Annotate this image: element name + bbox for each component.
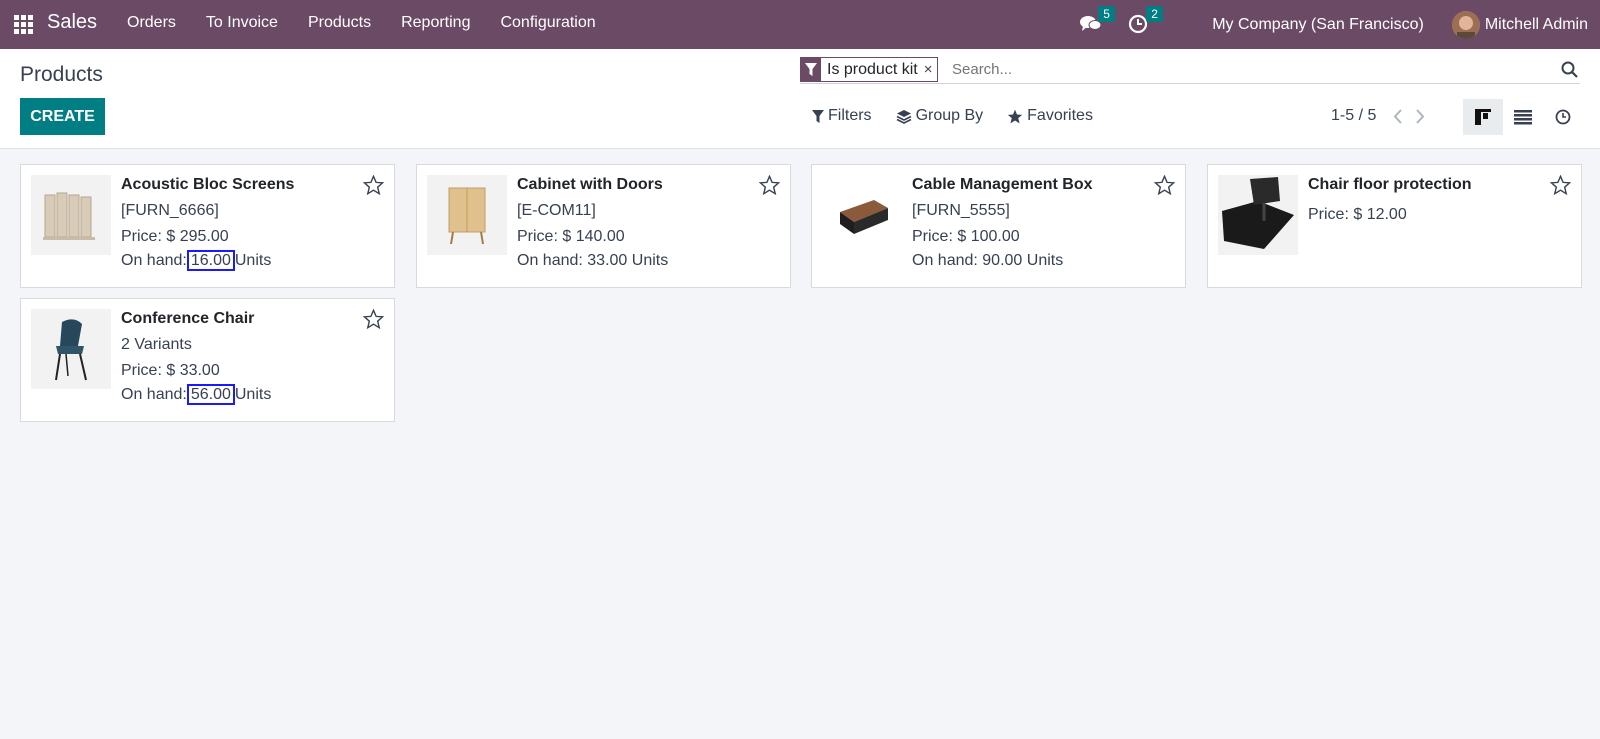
product-onhand: On hand: 56.00 Units bbox=[121, 384, 272, 405]
top-navbar: Sales Orders To Invoice Products Reporti… bbox=[0, 0, 1600, 49]
layers-icon bbox=[896, 109, 911, 124]
product-reference: [FURN_6666] bbox=[121, 202, 219, 219]
product-price: Price: $ 100.00 bbox=[912, 228, 1020, 245]
product-card[interactable]: Cabinet with Doors [E-COM11] Price: $ 14… bbox=[416, 164, 791, 288]
group-by-label: Group By bbox=[915, 107, 984, 124]
onhand-label: On hand: bbox=[912, 252, 978, 269]
onhand-label: On hand: bbox=[517, 252, 583, 269]
product-name: Acoustic Bloc Screens bbox=[121, 176, 295, 193]
chevron-right-icon bbox=[1416, 109, 1425, 124]
product-name: Cabinet with Doors bbox=[517, 176, 663, 193]
favorite-star-icon[interactable] bbox=[1549, 174, 1572, 200]
pager-previous-button[interactable] bbox=[1393, 109, 1415, 129]
app-name[interactable]: Sales bbox=[47, 11, 97, 34]
favorite-star-icon[interactable] bbox=[362, 308, 385, 334]
product-name: Chair floor protection bbox=[1308, 176, 1472, 193]
onhand-unit: Units bbox=[234, 252, 272, 269]
onhand-label: On hand: bbox=[121, 252, 187, 269]
product-image bbox=[31, 175, 111, 255]
product-reference: [FURN_5555] bbox=[912, 202, 1010, 219]
onhand-quantity: 90.00 bbox=[982, 252, 1023, 269]
list-icon bbox=[1514, 109, 1532, 124]
onhand-quantity: 16.00 bbox=[186, 250, 235, 271]
kanban-view-button[interactable] bbox=[1463, 99, 1503, 135]
favorite-star-icon[interactable] bbox=[362, 174, 385, 200]
product-onhand: On hand: 16.00 Units bbox=[121, 250, 294, 271]
filters-label: Filters bbox=[828, 107, 872, 124]
clock-icon bbox=[1129, 14, 1148, 33]
product-onhand: On hand: 33.00 Units bbox=[517, 251, 668, 271]
facet-label: Is product kit bbox=[827, 61, 918, 78]
onhand-quantity: 56.00 bbox=[186, 384, 235, 405]
favorites-label: Favorites bbox=[1027, 107, 1093, 124]
favorite-star-icon[interactable] bbox=[1153, 174, 1176, 200]
user-avatar[interactable] bbox=[1451, 10, 1480, 39]
product-image bbox=[822, 175, 902, 255]
pager-value[interactable]: 1-5 / 5 bbox=[1331, 107, 1376, 125]
activities-button[interactable]: 2 bbox=[1128, 5, 1163, 36]
group-by-button[interactable]: Group By bbox=[896, 107, 984, 125]
search-bar: Is product kit × bbox=[800, 57, 1580, 84]
filter-facet-icon bbox=[801, 58, 821, 81]
menu-orders[interactable]: Orders bbox=[127, 14, 176, 32]
list-view-button[interactable] bbox=[1503, 99, 1543, 135]
onhand-unit: Units bbox=[234, 386, 272, 403]
apps-menu-icon[interactable] bbox=[14, 15, 33, 34]
product-card[interactable]: Conference Chair 2 Variants Price: $ 33.… bbox=[20, 298, 395, 422]
product-price: Price: $ 140.00 bbox=[517, 228, 625, 245]
facet-remove-icon[interactable]: × bbox=[924, 58, 938, 81]
menu-reporting[interactable]: Reporting bbox=[401, 14, 470, 32]
activities-badge: 2 bbox=[1146, 5, 1163, 22]
messages-badge: 5 bbox=[1098, 5, 1115, 22]
product-image bbox=[1218, 175, 1298, 255]
messages-button[interactable]: 5 bbox=[1080, 5, 1115, 36]
onhand-label: On hand: bbox=[121, 386, 187, 403]
product-onhand: On hand: 90.00 Units bbox=[912, 251, 1092, 271]
product-price: Price: $ 295.00 bbox=[121, 228, 229, 245]
search-input[interactable] bbox=[952, 61, 1532, 78]
product-image bbox=[427, 175, 507, 255]
kanban-icon bbox=[1475, 109, 1491, 125]
control-panel: Products CREATE Is product kit × Filters… bbox=[0, 49, 1600, 149]
menu-products[interactable]: Products bbox=[308, 14, 371, 32]
filter-icon bbox=[812, 109, 824, 123]
menu-configuration[interactable]: Configuration bbox=[500, 14, 595, 32]
product-card[interactable]: Acoustic Bloc Screens [FURN_6666] Price:… bbox=[20, 164, 395, 288]
main-menu: Orders To Invoice Products Reporting Con… bbox=[127, 14, 626, 32]
company-switcher[interactable]: My Company (San Francisco) bbox=[1212, 16, 1424, 34]
product-card[interactable]: Cable Management Box [FURN_5555] Price: … bbox=[811, 164, 1186, 288]
search-facet: Is product kit × bbox=[800, 57, 939, 82]
view-switcher bbox=[1463, 99, 1583, 135]
star-icon bbox=[1007, 109, 1023, 123]
search-options: Filters Group By Favorites bbox=[812, 107, 1117, 125]
filters-button[interactable]: Filters bbox=[812, 107, 872, 125]
product-name: Cable Management Box bbox=[912, 176, 1093, 193]
onhand-quantity: 33.00 bbox=[587, 252, 628, 269]
onhand-unit: Units bbox=[631, 252, 669, 269]
search-icon[interactable] bbox=[1561, 61, 1578, 83]
activity-view-button[interactable] bbox=[1543, 99, 1583, 135]
product-reference: [E-COM11] bbox=[517, 202, 596, 219]
product-price: Price: $ 33.00 bbox=[121, 362, 220, 379]
create-button[interactable]: CREATE bbox=[20, 98, 105, 135]
favorites-button[interactable]: Favorites bbox=[1007, 107, 1093, 125]
menu-to-invoice[interactable]: To Invoice bbox=[206, 14, 278, 32]
breadcrumb-title: Products bbox=[20, 63, 103, 86]
product-image bbox=[31, 309, 111, 389]
product-variants: 2 Variants bbox=[121, 336, 192, 353]
product-card[interactable]: Chair floor protection Price: $ 12.00 bbox=[1207, 164, 1582, 288]
pager-next-button[interactable] bbox=[1415, 109, 1437, 129]
product-price: Price: $ 12.00 bbox=[1308, 206, 1407, 223]
product-name: Conference Chair bbox=[121, 310, 255, 327]
clock-icon bbox=[1555, 109, 1571, 125]
onhand-unit: Units bbox=[1026, 252, 1064, 269]
user-menu[interactable]: Mitchell Admin bbox=[1485, 16, 1588, 34]
favorite-star-icon[interactable] bbox=[758, 174, 781, 200]
chevron-left-icon bbox=[1393, 109, 1402, 124]
